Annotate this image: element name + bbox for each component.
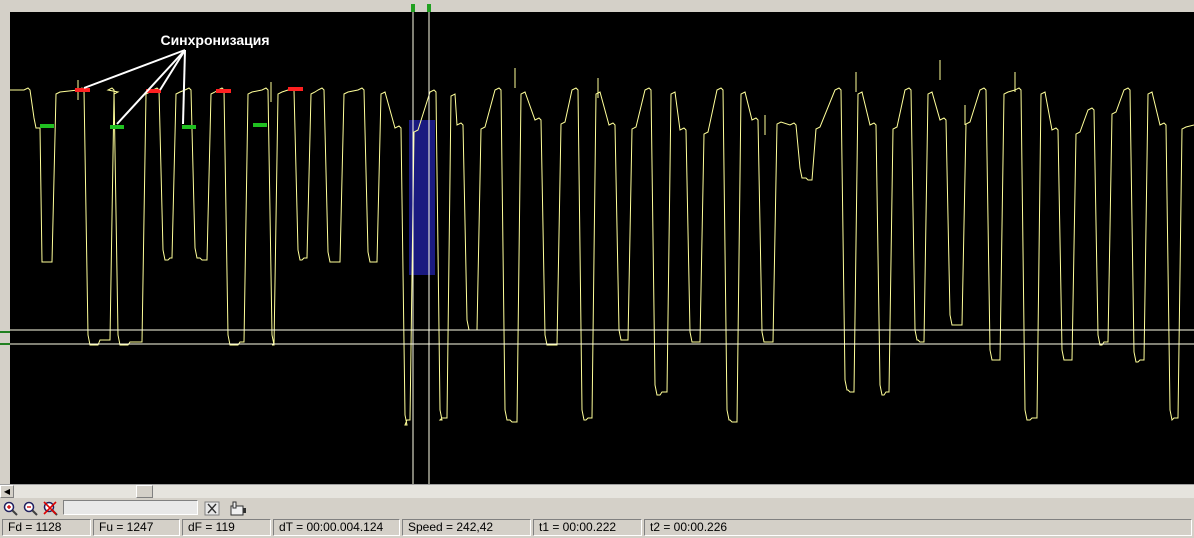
sync-marker-high [75,88,90,92]
waveform-view[interactable]: Синхронизация [0,0,1194,484]
status-bar: Fd = 1128 Fu = 1247 dF = 119 dT = 00:00.… [0,518,1194,538]
scroll-thumb[interactable] [136,485,153,498]
sync-marker-low [182,125,196,129]
sync-marker-low [40,124,54,128]
toolbar [0,498,1194,518]
status-t2: t2 = 00:00.226 [644,519,1192,536]
sync-annotation: Синхронизация [160,32,269,48]
scroll-left-arrow-icon[interactable]: ◀ [0,485,14,498]
status-df: dF = 119 [182,519,271,536]
status-speed: Speed = 242,42 [402,519,531,536]
waveform-canvas[interactable]: Синхронизация [0,0,1194,484]
zoom-in-icon[interactable] [2,500,19,516]
status-fu: Fu = 1247 [93,519,180,536]
sync-marker-high [288,87,303,91]
horizontal-scrollbar[interactable]: ◀ [0,484,1194,499]
left-ruler [0,0,10,484]
status-t1: t1 = 00:00.222 [533,519,642,536]
zoom-out-icon[interactable] [22,500,39,516]
progress-field [63,500,198,515]
cursor-t1-handle[interactable] [411,4,415,12]
sync-marker-low [110,125,124,129]
plot-background [10,12,1194,484]
zoom-reset-icon[interactable] [42,500,59,516]
cursor-t2-handle[interactable] [427,4,431,12]
status-dt: dT = 00:00.004.124 [273,519,400,536]
sync-marker-low [253,123,267,127]
sync-marker-high [216,89,231,93]
clear-icon[interactable] [203,500,220,516]
status-fd: Fd = 1128 [2,519,91,536]
hand-pointer-icon[interactable] [230,500,247,516]
